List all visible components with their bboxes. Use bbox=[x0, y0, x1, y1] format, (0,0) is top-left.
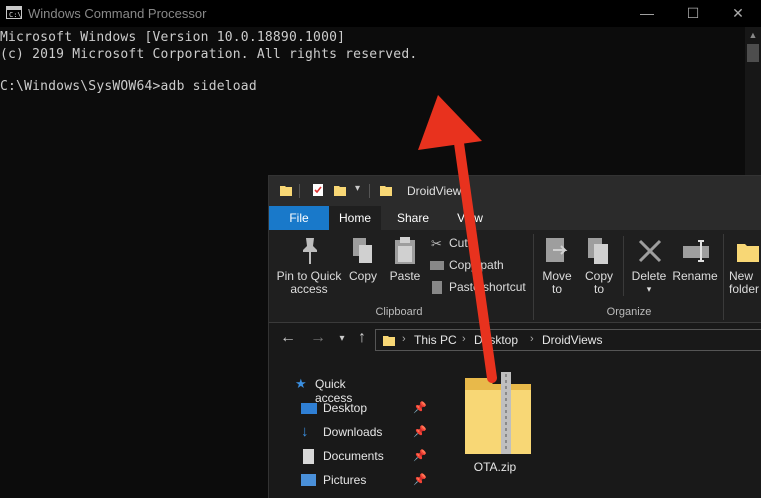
annotation-arrow-icon bbox=[418, 95, 497, 383]
